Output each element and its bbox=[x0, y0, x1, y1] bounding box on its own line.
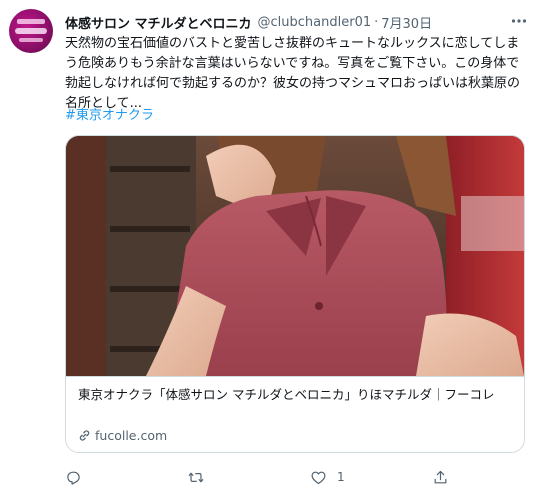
tweet-header: 体感サロン マチルダとベロニカ @clubchandler01 · 7月30日 bbox=[65, 12, 432, 32]
separator-dot: · bbox=[374, 14, 379, 30]
link-card[interactable]: 東京オナクラ「体感サロン マチルダとベロニカ」りほマチルダ｜フーコレ fucol… bbox=[65, 135, 525, 453]
like-count: 1 bbox=[337, 470, 345, 484]
card-meta[interactable]: 東京オナクラ「体感サロン マチルダとベロニカ」りほマチルダ｜フーコレ fucol… bbox=[66, 376, 524, 452]
card-domain[interactable]: fucolle.com bbox=[78, 428, 167, 443]
action-bar: 1 bbox=[65, 466, 485, 488]
tweet-date[interactable]: 7月30日 bbox=[381, 13, 432, 32]
retweet-icon bbox=[188, 472, 204, 482]
retweet-button[interactable] bbox=[187, 466, 215, 488]
card-title[interactable]: 東京オナクラ「体感サロン マチルダとベロニカ」りほマチルダ｜フーコレ bbox=[78, 385, 514, 404]
avatar[interactable] bbox=[9, 9, 53, 53]
hashtag-link[interactable]: #東京オナクラ bbox=[65, 106, 154, 126]
avatar-logo-mark bbox=[19, 38, 43, 42]
like-button[interactable]: 1 bbox=[310, 466, 345, 488]
author-handle[interactable]: @clubchandler01 bbox=[258, 15, 372, 30]
share-icon bbox=[434, 470, 447, 483]
link-icon bbox=[79, 430, 90, 441]
author-name[interactable]: 体感サロン マチルダとベロニカ bbox=[65, 13, 252, 32]
avatar-logo-mark bbox=[15, 28, 47, 34]
more-icon[interactable] bbox=[508, 10, 530, 32]
card-image[interactable] bbox=[66, 136, 524, 376]
card-domain-text: fucolle.com bbox=[95, 428, 168, 443]
tweet[interactable]: 体感サロン マチルダとベロニカ @clubchandler01 · 7月30日 … bbox=[0, 0, 540, 493]
avatar-logo-mark bbox=[17, 19, 45, 24]
reply-icon bbox=[67, 471, 80, 485]
reply-button[interactable] bbox=[65, 466, 92, 488]
share-button[interactable] bbox=[432, 466, 459, 488]
tweet-text: 天然物の宝石価値のバストと愛苦しさ抜群のキュートなルックスに恋してしまう危険あり… bbox=[65, 36, 521, 111]
heart-icon bbox=[311, 471, 326, 484]
